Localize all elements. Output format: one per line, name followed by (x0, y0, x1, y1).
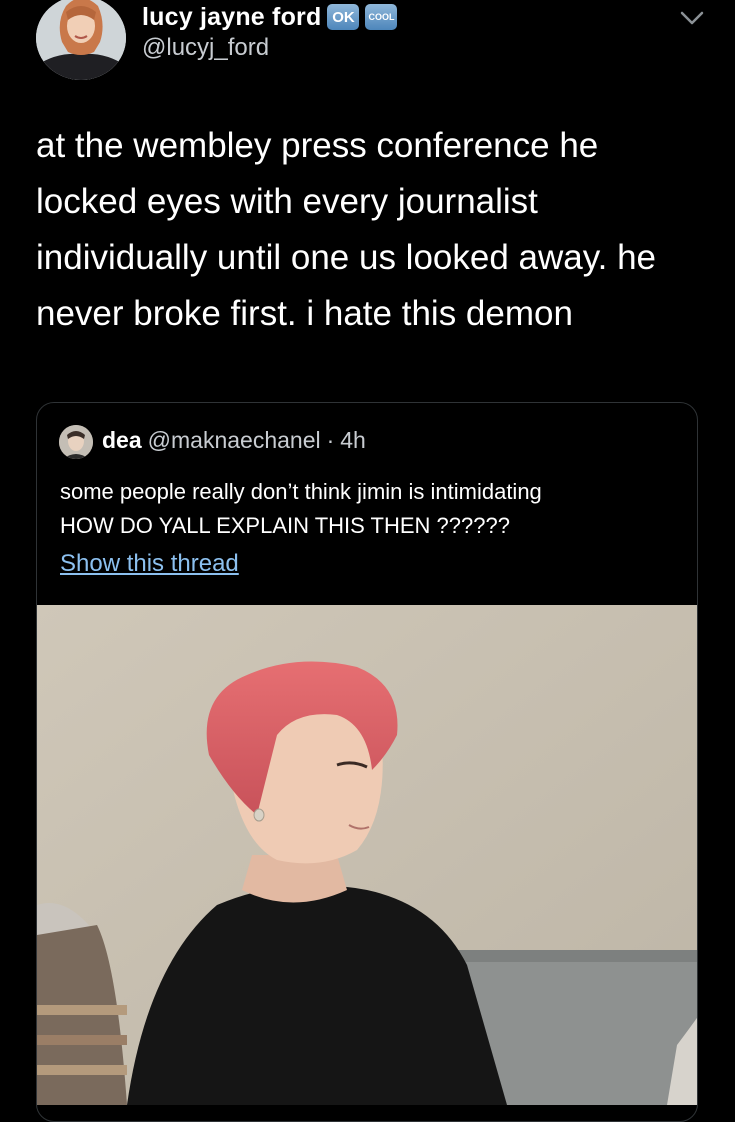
quoted-tweet-text: some people really don’t think jimin is … (60, 475, 690, 543)
quoted-tweet-time: 4h (340, 427, 366, 453)
tweet-header: lucy jayne ford OK COOL @lucyj_ford (0, 0, 735, 90)
author-avatar[interactable] (36, 0, 126, 80)
meta-separator: · (326, 427, 335, 453)
show-this-thread-link[interactable]: Show this thread (60, 550, 239, 578)
quoted-author-avatar (59, 425, 93, 459)
author-display-name[interactable]: lucy jayne ford (142, 3, 321, 32)
chevron-down-icon[interactable] (676, 6, 708, 30)
quoted-tweet-media-image[interactable] (37, 605, 697, 1105)
media-photo (37, 605, 697, 1105)
ok-button-emoji-icon: OK (327, 4, 360, 30)
quoted-tweet-meta: dea @maknaechanel · 4h (102, 427, 366, 454)
author-name-row: lucy jayne ford OK COOL (142, 2, 398, 32)
cool-button-emoji-icon: COOL (365, 4, 398, 30)
quoted-tweet-text-line: some people really don’t think jimin is … (60, 479, 542, 504)
quoted-tweet-card[interactable]: dea @maknaechanel · 4h some people reall… (36, 402, 698, 1122)
tweet-text: at the wembley press conference he locke… (36, 126, 657, 333)
quoted-author-name: dea (102, 427, 142, 453)
author-handle[interactable]: @lucyj_ford (142, 34, 269, 62)
quoted-tweet-text-line: HOW DO YALL EXPLAIN THIS THEN ?????? (60, 513, 510, 538)
quoted-author-handle: @maknaechanel (147, 427, 321, 453)
